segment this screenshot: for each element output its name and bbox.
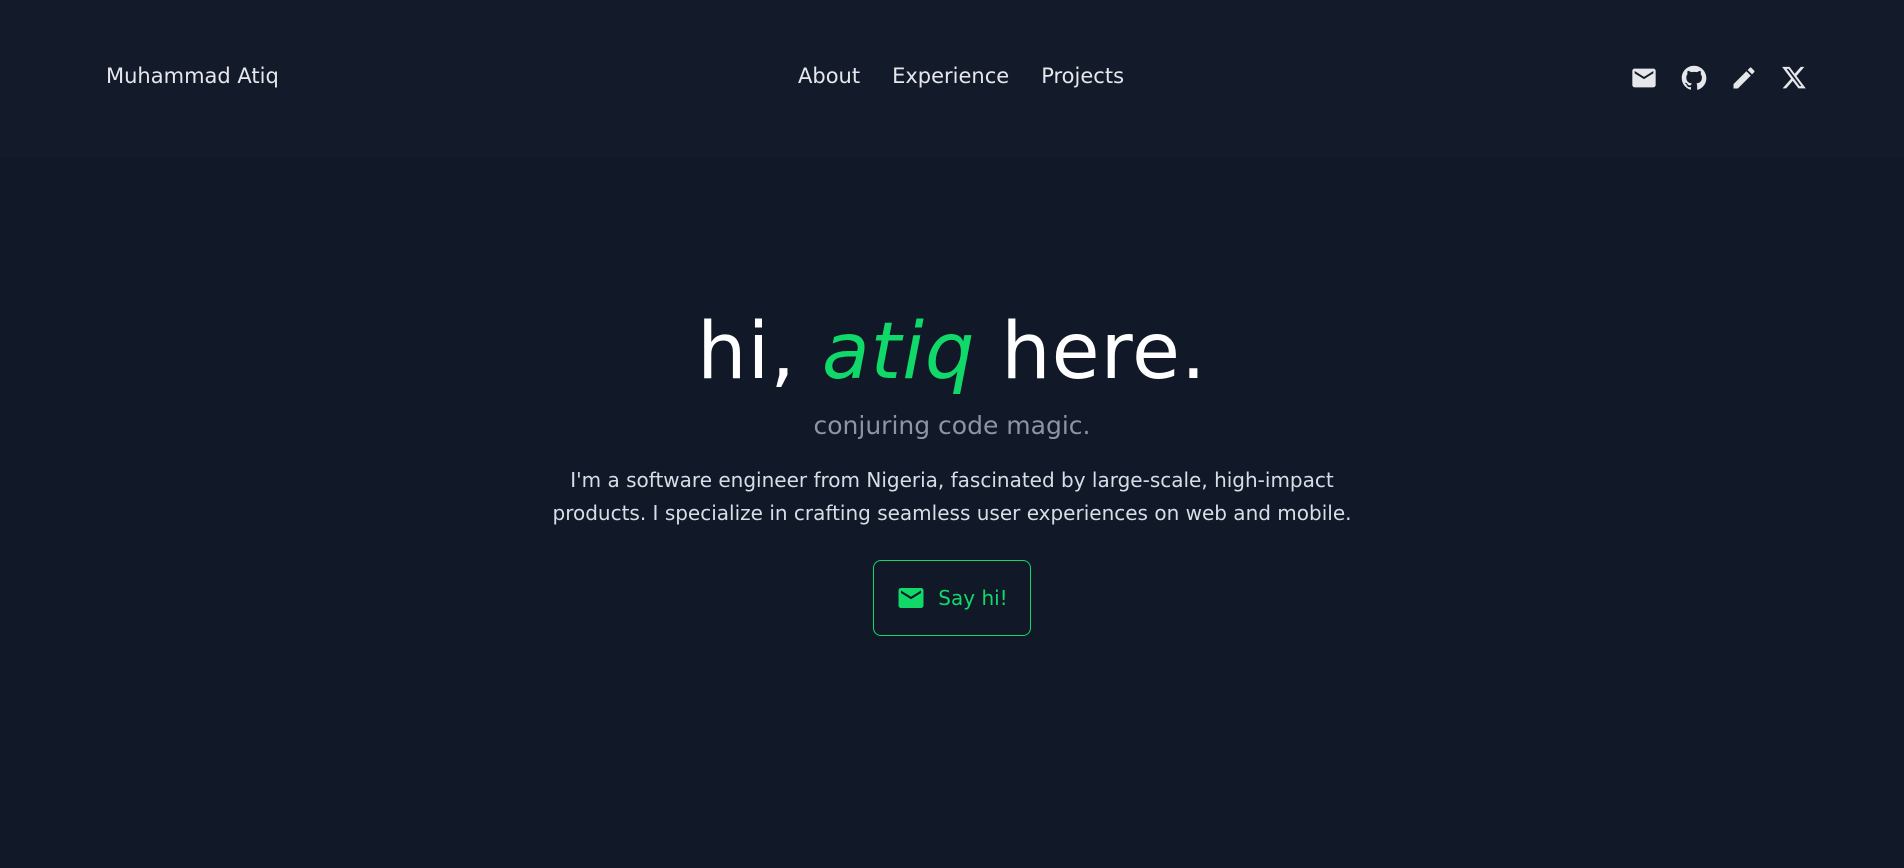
nav-about[interactable]: About	[798, 64, 860, 88]
mail-link[interactable]	[1630, 64, 1658, 92]
nav-experience[interactable]: Experience	[892, 64, 1009, 88]
social-links	[1630, 64, 1808, 92]
nav-projects[interactable]: Projects	[1041, 64, 1124, 88]
github-link[interactable]	[1680, 64, 1708, 92]
hero-section: hi, atiq here. conjuring code magic. I'm…	[0, 300, 1904, 636]
site-header: Muhammad Atiq About Experience Projects	[0, 0, 1904, 158]
hero-title-name: atiq	[821, 307, 976, 397]
hero-subtitle: conjuring code magic.	[813, 411, 1091, 440]
brand-link[interactable]: Muhammad Atiq	[106, 64, 279, 88]
x-twitter-icon	[1782, 66, 1806, 89]
say-hi-label: Say hi!	[938, 586, 1008, 610]
hero-description: I'm a software engineer from Nigeria, fa…	[552, 468, 1352, 525]
page: Muhammad Atiq About Experience Projects	[0, 0, 1904, 868]
mail-icon	[898, 588, 924, 608]
main-nav: About Experience Projects	[798, 64, 1124, 88]
pencil-icon	[1733, 67, 1755, 89]
hero-title: hi, atiq here.	[0, 300, 1904, 404]
blog-link[interactable]	[1730, 64, 1758, 92]
mail-icon	[1632, 68, 1656, 88]
github-icon	[1681, 65, 1707, 90]
x-link[interactable]	[1780, 64, 1808, 92]
say-hi-button[interactable]: Say hi!	[873, 560, 1031, 636]
hero-title-prefix: hi,	[697, 307, 822, 397]
hero-title-suffix: here.	[975, 307, 1207, 397]
